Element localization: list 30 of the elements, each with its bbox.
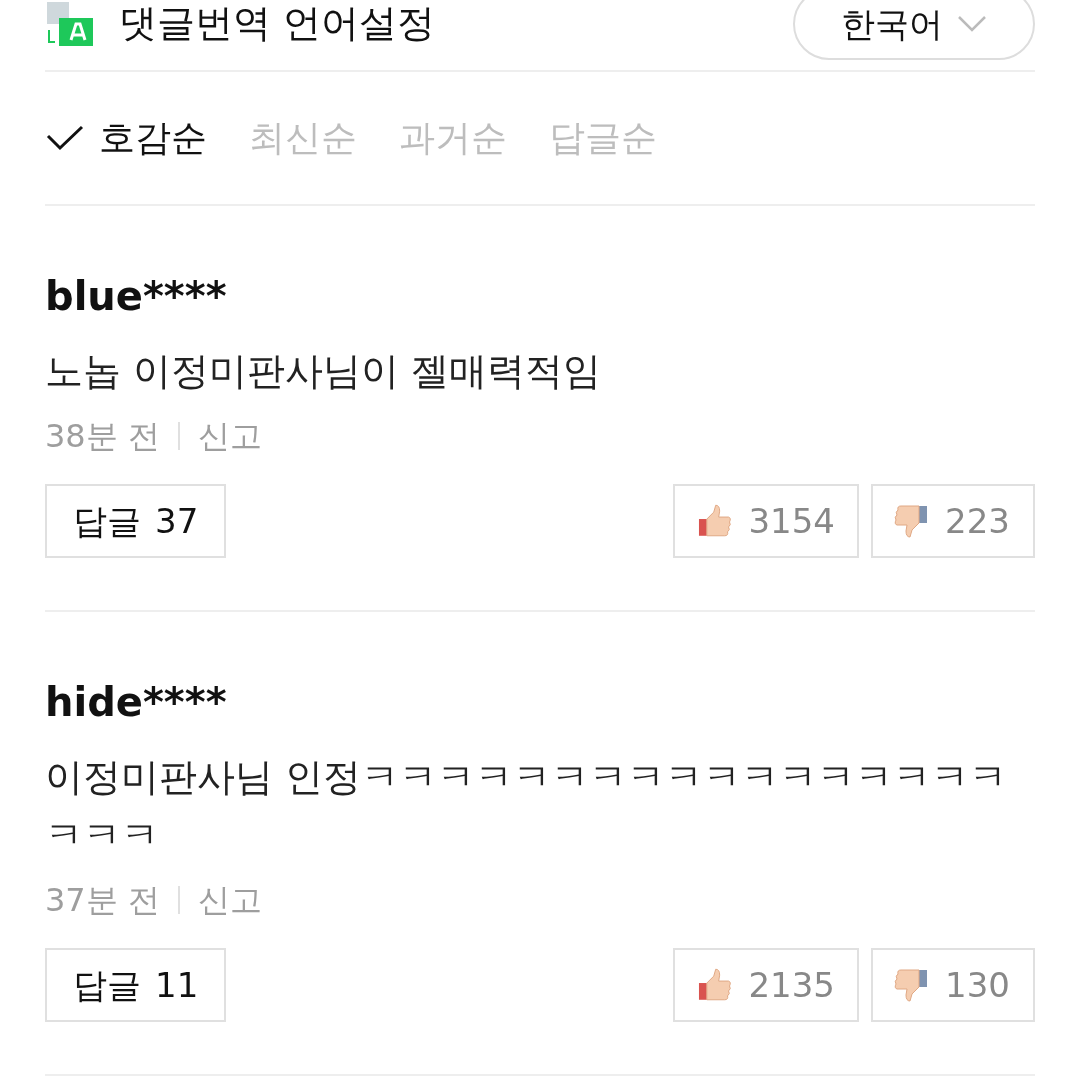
like-button[interactable]: 2135	[673, 948, 859, 1022]
reply-label: 답글	[73, 499, 141, 543]
dislike-button[interactable]: 130	[871, 948, 1035, 1022]
reply-count: 37	[155, 499, 199, 543]
comment-time: 37분 전	[45, 880, 160, 921]
language-dropdown[interactable]: 한국어	[793, 0, 1035, 60]
reply-button[interactable]: 답글 11	[45, 948, 227, 1022]
translate-setting-label: 댓글번역 언어설정	[119, 0, 436, 47]
dislike-button[interactable]: 223	[871, 484, 1035, 558]
sort-option[interactable]: 과거순	[399, 111, 507, 165]
comment-text: 노놉 이정미판사님이 젤매력적임	[45, 348, 603, 395]
reply-label: 답글	[73, 963, 141, 1007]
comment-username: hide****	[45, 678, 228, 727]
like-button[interactable]: 3154	[673, 484, 859, 558]
chevron-down-icon	[957, 15, 987, 33]
reply-button[interactable]: 답글 37	[45, 484, 227, 558]
reply-count: 11	[155, 963, 199, 1007]
comment-username: blue****	[45, 272, 228, 321]
comment-text: 이정미판사님 인정ㅋㅋㅋㅋㅋㅋㅋㅋㅋㅋㅋㅋㅋㅋㅋㅋㅋㅋㅋㅋ	[45, 754, 1009, 859]
thumbs-up-icon	[697, 967, 733, 1003]
sort-option[interactable]: 호감순	[45, 111, 207, 165]
thumbs-down-icon	[893, 503, 929, 539]
thumbs-up-icon	[697, 503, 733, 539]
check-icon	[45, 124, 85, 152]
sort-option[interactable]: 답글순	[549, 111, 657, 165]
report-link[interactable]: 신고	[197, 414, 262, 458]
comment-time: 38분 전	[45, 416, 160, 457]
report-link[interactable]: 신고	[197, 878, 262, 922]
sort-option[interactable]: 최신순	[249, 111, 357, 165]
thumbs-down-icon	[893, 967, 929, 1003]
